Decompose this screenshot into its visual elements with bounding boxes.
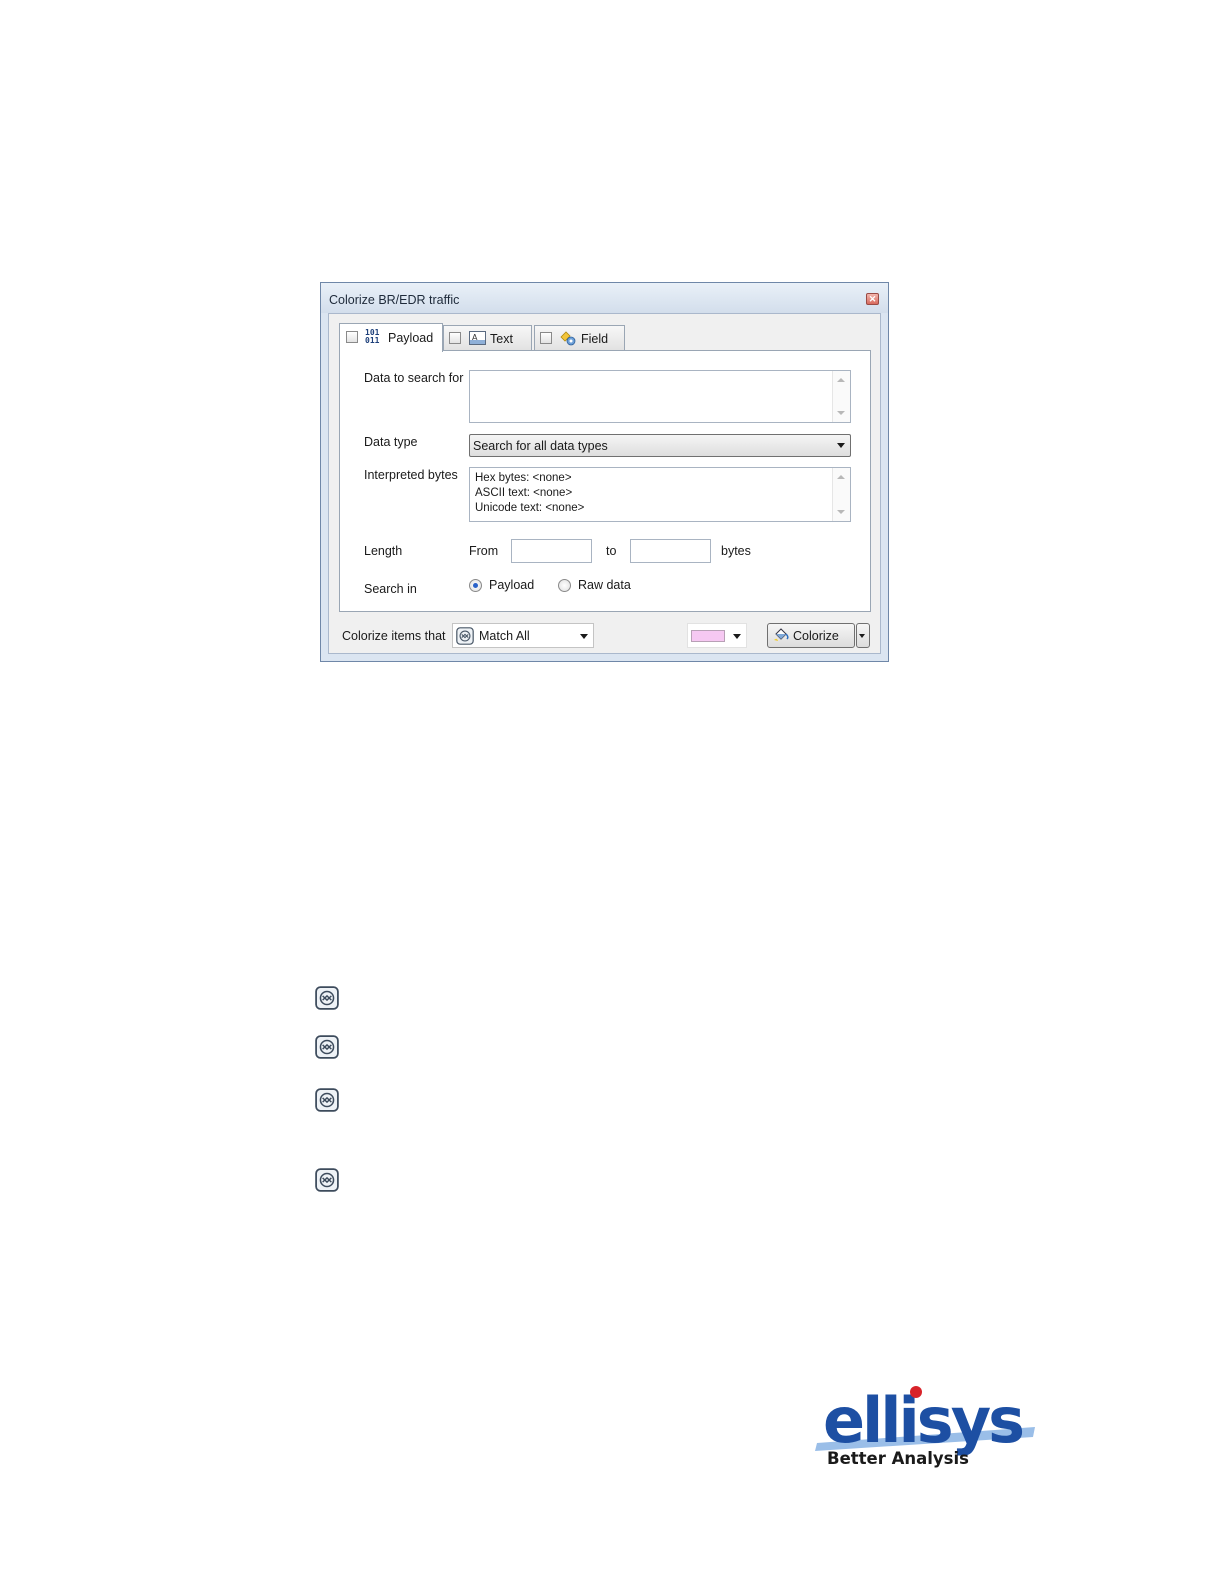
tab-text-label: Text — [490, 332, 513, 346]
scroll-up-icon[interactable] — [837, 475, 845, 479]
close-icon: ✕ — [868, 294, 877, 304]
length-to-input[interactable] — [630, 539, 711, 563]
search-in-label: Search in — [364, 582, 417, 596]
match-all-icon — [315, 1035, 339, 1059]
to-label: to — [606, 544, 617, 558]
tab-field-label: Field — [581, 332, 609, 346]
logo-dot — [910, 1386, 922, 1398]
close-button[interactable]: ✕ — [866, 293, 879, 305]
colorize-dropdown-button[interactable] — [856, 623, 870, 648]
paint-bucket-icon — [774, 628, 789, 641]
binary-icon: 101 011 — [365, 329, 385, 347]
interpreted-hex: Hex bytes: <none> — [475, 472, 572, 484]
logo-mark: ellisys Better Analysis — [815, 1384, 1035, 1468]
logo-brand: ellisys — [823, 1384, 1022, 1457]
colorize-dialog: Colorize BR/EDR traffic ✕ 101 011 Payloa… — [320, 282, 889, 662]
colorize-button[interactable]: Colorize — [767, 623, 855, 648]
chevron-down-icon — [837, 443, 845, 448]
tab-field[interactable]: Field — [534, 325, 625, 350]
match-all-icon — [315, 1168, 339, 1192]
tab-text[interactable]: A Text — [443, 325, 532, 350]
match-all-icon — [456, 627, 474, 645]
color-swatch — [691, 630, 725, 642]
colorize-button-label: Colorize — [793, 629, 839, 643]
dialog-client: 101 011 Payload A Text Field Data to sea… — [328, 313, 881, 654]
match-select[interactable]: Match All — [452, 623, 594, 648]
interpreted-scrollbar[interactable] — [832, 468, 850, 521]
payload-tab-panel: Data to search for Data type Search for … — [339, 350, 871, 612]
tab-payload-label: Payload — [388, 331, 434, 345]
match-all-icon — [315, 986, 339, 1010]
data-to-search-input[interactable] — [469, 370, 851, 423]
scroll-up-icon[interactable] — [837, 378, 845, 382]
data-type-value: Search for all data types — [473, 439, 608, 453]
interpreted-bytes-label: Interpreted bytes — [364, 468, 458, 482]
chevron-down-icon — [733, 634, 741, 639]
field-checkbox[interactable] — [540, 332, 552, 344]
search-in-payload-radio[interactable] — [469, 579, 482, 592]
search-in-payload-label[interactable]: Payload — [489, 578, 534, 592]
scroll-down-icon[interactable] — [837, 411, 845, 415]
data-to-search-scrollbar[interactable] — [832, 371, 850, 422]
color-picker[interactable] — [687, 623, 747, 648]
data-to-search-label: Data to search for — [364, 371, 464, 385]
field-icon — [560, 331, 576, 346]
binary-icon-bottom: 011 — [365, 336, 380, 345]
bytes-label: bytes — [721, 544, 751, 558]
interpreted-ascii: ASCII text: <none> — [475, 487, 573, 499]
ellisys-logo: ellisys Better Analysis — [815, 1375, 1045, 1475]
dialog-titlebar[interactable]: Colorize BR/EDR traffic ✕ — [321, 283, 888, 313]
match-value: Match All — [479, 629, 530, 643]
interpreted-bytes-box: Hex bytes: <none> ASCII text: <none> Uni… — [469, 467, 851, 522]
search-in-raw-label[interactable]: Raw data — [578, 578, 631, 592]
text-icon: A — [469, 331, 486, 345]
data-type-select[interactable]: Search for all data types — [469, 434, 851, 457]
search-in-raw-radio[interactable] — [558, 579, 571, 592]
length-from-input[interactable] — [511, 539, 592, 563]
chevron-down-icon — [580, 634, 588, 639]
logo-tagline: Better Analysis — [827, 1449, 969, 1468]
colorize-items-label: Colorize items that — [342, 629, 446, 643]
interpreted-unicode: Unicode text: <none> — [475, 502, 585, 514]
svg-text:A: A — [472, 333, 478, 342]
from-label: From — [469, 544, 499, 558]
payload-checkbox[interactable] — [346, 331, 358, 343]
data-type-label: Data type — [364, 435, 418, 449]
match-all-icon — [315, 1088, 339, 1112]
length-label: Length — [364, 544, 403, 558]
tab-payload[interactable]: 101 011 Payload — [339, 323, 443, 352]
scroll-down-icon[interactable] — [837, 510, 845, 514]
chevron-down-icon — [859, 634, 865, 638]
text-checkbox[interactable] — [449, 332, 461, 344]
dialog-title: Colorize BR/EDR traffic — [329, 293, 460, 307]
